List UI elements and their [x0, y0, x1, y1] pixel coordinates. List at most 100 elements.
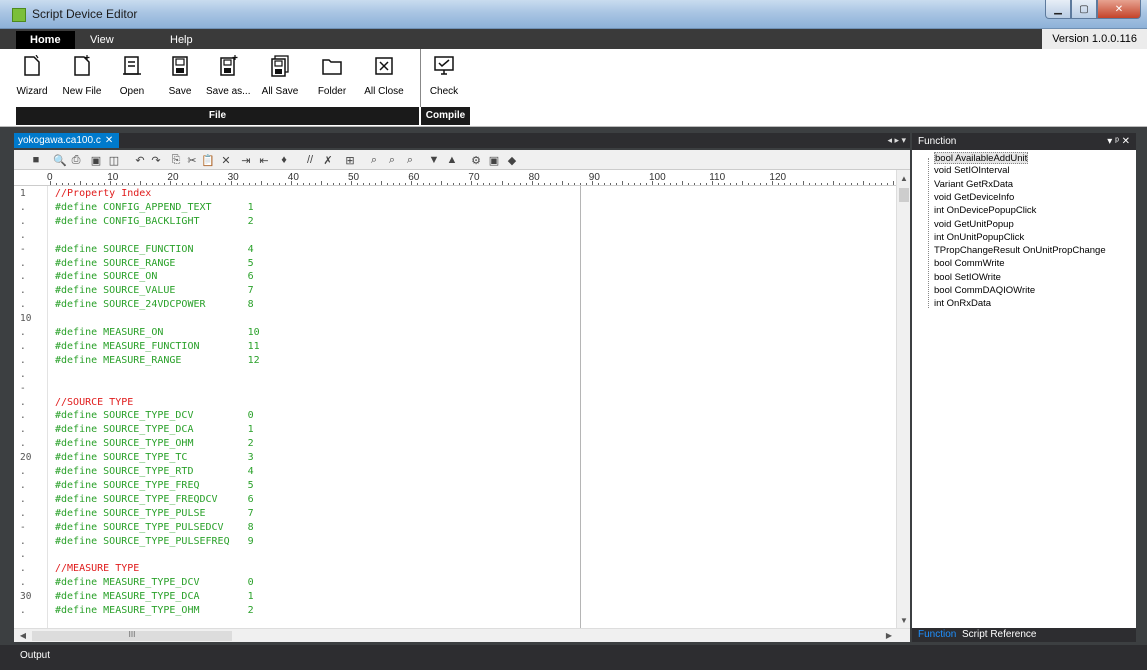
ruler-tick: [627, 183, 629, 185]
function-list-item[interactable]: bool SetIOWrite: [934, 272, 1001, 284]
horizontal-scroll-thumb[interactable]: III: [32, 631, 232, 641]
ruler-tick: [682, 181, 684, 185]
paste-icon[interactable]: 📋: [200, 152, 216, 168]
close-tab-icon[interactable]: ✕: [105, 135, 113, 146]
stop-icon[interactable]: ■: [28, 152, 44, 168]
toggle-fold-icon[interactable]: ⊞: [342, 152, 358, 168]
folder-button[interactable]: Folder: [310, 55, 354, 97]
format-icon[interactable]: ♦: [276, 152, 292, 168]
function-list-item[interactable]: bool AvailableAddUnit: [934, 152, 1029, 164]
function-list-item[interactable]: Variant GetRxData: [934, 179, 1013, 191]
code-line[interactable]: #define SOURCE_VALUE 7: [55, 285, 254, 297]
find-previous-icon[interactable]: ⌕: [384, 152, 400, 168]
document-tab[interactable]: yokogawa.ca100.c ✕: [14, 133, 120, 148]
all-close-button[interactable]: All Close: [362, 55, 406, 97]
code-line[interactable]: #define SOURCE_24VDCPOWER 8: [55, 299, 254, 311]
code-line[interactable]: #define SOURCE_TYPE_PULSEDCV 8: [55, 522, 254, 534]
code-line[interactable]: #define SOURCE_TYPE_TC 3: [55, 452, 254, 464]
settings-icon[interactable]: ⚙: [468, 152, 484, 168]
code-line[interactable]: //SOURCE TYPE: [55, 397, 133, 409]
code-line[interactable]: #define SOURCE_TYPE_FREQ 5: [55, 480, 254, 492]
uncomment-icon[interactable]: ✗: [320, 152, 336, 168]
tab-nav-arrows[interactable]: ◂ ▸ ▾: [887, 133, 906, 148]
print-icon[interactable]: ⎙: [68, 152, 84, 168]
find-icon[interactable]: ⌕: [366, 152, 382, 168]
panel-icon[interactable]: ◫: [106, 152, 122, 168]
options-icon[interactable]: ▣: [486, 152, 502, 168]
wizard-button[interactable]: Wizard: [10, 55, 54, 97]
new-file-label: New File: [62, 86, 102, 97]
help-book-icon[interactable]: ◆: [504, 152, 520, 168]
print-preview-icon[interactable]: 🔍: [52, 152, 68, 168]
code-line[interactable]: #define SOURCE_RANGE 5: [55, 258, 254, 270]
function-list-item[interactable]: int OnRxData: [934, 298, 991, 310]
code-line[interactable]: #define SOURCE_TYPE_OHM 2: [55, 438, 254, 450]
scroll-up-arrow-icon[interactable]: ▲: [897, 172, 911, 186]
check-button[interactable]: Check: [422, 55, 466, 97]
code-line[interactable]: //Property Index: [55, 188, 151, 200]
new-file-button[interactable]: New File: [60, 55, 104, 97]
delete-icon[interactable]: ✕: [218, 152, 234, 168]
code-line[interactable]: #define SOURCE_TYPE_DCV 0: [55, 410, 254, 422]
code-line[interactable]: #define MEASURE_RANGE 12: [55, 355, 260, 367]
code-line[interactable]: #define MEASURE_FUNCTION 11: [55, 341, 260, 353]
minimize-button[interactable]: ▁: [1045, 0, 1071, 19]
vertical-scrollbar[interactable]: ▲ ▼: [896, 170, 910, 628]
code-line[interactable]: #define SOURCE_TYPE_PULSE 7: [55, 508, 254, 520]
function-list-item[interactable]: int OnDevicePopupClick: [934, 205, 1036, 217]
close-button[interactable]: ✕: [1097, 0, 1141, 19]
code-line[interactable]: #define SOURCE_TYPE_PULSEFREQ 9: [55, 536, 254, 548]
copy-icon[interactable]: ⎘: [168, 152, 184, 168]
function-list-item[interactable]: void GetDeviceInfo: [934, 192, 1014, 204]
function-list-item[interactable]: TPropChangeResult OnUnitPropChange: [934, 245, 1106, 257]
ruler-tick: [423, 183, 425, 185]
code-line[interactable]: //MEASURE TYPE: [55, 563, 139, 575]
cut-icon[interactable]: ✂: [184, 152, 200, 168]
code-line[interactable]: #define CONFIG_BACKLIGHT 2: [55, 216, 254, 228]
function-list-item[interactable]: bool CommDAQIOWrite: [934, 285, 1035, 297]
maximize-button[interactable]: ▢: [1071, 0, 1097, 19]
vertical-scroll-thumb[interactable]: [899, 188, 909, 202]
redo-icon[interactable]: ↷: [148, 152, 164, 168]
code-line[interactable]: #define SOURCE_TYPE_FREQDCV 6: [55, 494, 254, 506]
scroll-right-arrow-icon[interactable]: ▶: [882, 629, 896, 643]
code-line[interactable]: #define CONFIG_APPEND_TEXT 1: [55, 202, 254, 214]
save-button[interactable]: Save: [158, 55, 202, 97]
function-list-item[interactable]: bool CommWrite: [934, 258, 1005, 270]
comment-icon[interactable]: //: [302, 152, 318, 168]
tab-function[interactable]: Function: [914, 628, 960, 642]
tab-view[interactable]: View: [84, 31, 120, 49]
code-line[interactable]: #define MEASURE_TYPE_DCA 1: [55, 591, 254, 603]
save-as-button[interactable]: Save as...: [206, 55, 250, 97]
horizontal-scrollbar[interactable]: ◀ III ▶: [14, 628, 910, 642]
output-panel-bar[interactable]: Output: [0, 645, 1147, 670]
tab-help[interactable]: Help: [164, 31, 199, 49]
code-line[interactable]: #define MEASURE_ON 10: [55, 327, 260, 339]
scroll-down-arrow-icon[interactable]: ▼: [897, 614, 911, 628]
tab-script-reference[interactable]: Script Reference: [958, 628, 1040, 642]
code-editor[interactable]: 1 //Property Index. #define CONFIG_APPEND_…: [14, 186, 896, 628]
panel-controls[interactable]: ▾ ᵖ ✕: [1107, 133, 1130, 150]
find-next-icon[interactable]: ⌕: [402, 152, 418, 168]
bookmark-down-icon[interactable]: ▼: [426, 152, 442, 168]
ruler-tick: [501, 181, 503, 185]
tab-home[interactable]: Home: [16, 31, 75, 49]
scroll-left-arrow-icon[interactable]: ◀: [16, 629, 30, 643]
indent-icon[interactable]: ⇥: [238, 152, 254, 168]
code-line[interactable]: #define SOURCE_ON 6: [55, 271, 254, 283]
function-list-item[interactable]: void SetIOInterval: [934, 165, 1010, 177]
save-label: Save: [168, 86, 192, 97]
properties-icon[interactable]: ▣: [88, 152, 104, 168]
code-line[interactable]: #define MEASURE_TYPE_OHM 2: [55, 605, 254, 617]
bookmark-up-icon[interactable]: ▲: [444, 152, 460, 168]
function-list-item[interactable]: int OnUnitPopupClick: [934, 232, 1024, 244]
code-line[interactable]: #define SOURCE_TYPE_RTD 4: [55, 466, 254, 478]
undo-icon[interactable]: ↶: [132, 152, 148, 168]
open-button[interactable]: Open: [110, 55, 154, 97]
all-save-button[interactable]: All Save: [258, 55, 302, 97]
outdent-icon[interactable]: ⇤: [256, 152, 272, 168]
code-line[interactable]: #define SOURCE_FUNCTION 4: [55, 244, 254, 256]
code-line[interactable]: #define SOURCE_TYPE_DCA 1: [55, 424, 254, 436]
code-line[interactable]: #define MEASURE_TYPE_DCV 0: [55, 577, 254, 589]
function-list-item[interactable]: void GetUnitPopup: [934, 219, 1014, 231]
